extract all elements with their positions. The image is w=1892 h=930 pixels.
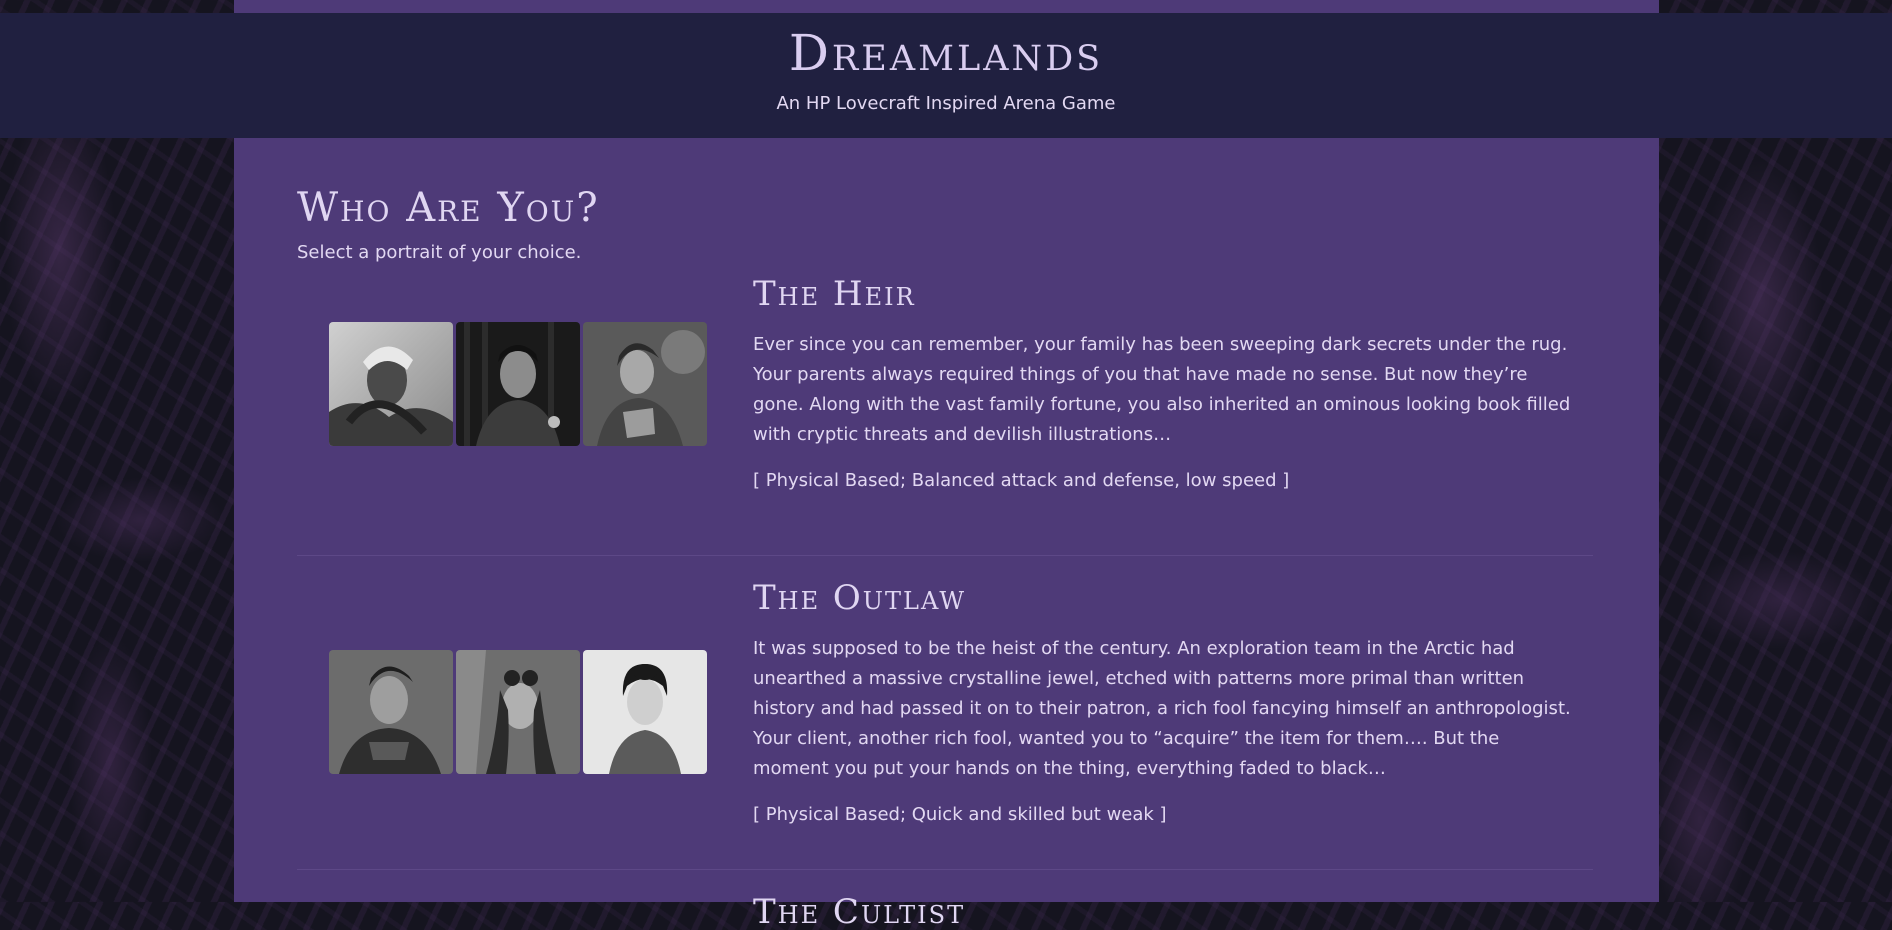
site-header: Dreamlands An HP Lovecraft Inspired Aren… bbox=[0, 13, 1892, 138]
portrait-heir-2[interactable] bbox=[456, 322, 580, 446]
character-info: The Cultist bbox=[753, 890, 1573, 930]
site-subtitle: An HP Lovecraft Inspired Arena Game bbox=[776, 93, 1116, 114]
character-name: The Heir bbox=[753, 274, 916, 314]
character-description: It was supposed to be the heist of the c… bbox=[753, 638, 1571, 779]
character-selection: Who Are You? Select a portrait of your c… bbox=[297, 180, 1593, 930]
portrait-heir-3[interactable] bbox=[583, 322, 707, 446]
character-name: The Cultist bbox=[753, 892, 966, 930]
portrait-outlaw-1[interactable] bbox=[329, 650, 453, 774]
character-name: The Outlaw bbox=[753, 578, 967, 618]
character-info: The Outlaw It was supposed to be the hei… bbox=[753, 576, 1573, 828]
character-stats: [ Physical Based; Balanced attack and de… bbox=[753, 470, 1290, 491]
portrait-outlaw-3[interactable] bbox=[583, 650, 707, 774]
portrait-outlaw-2[interactable] bbox=[456, 650, 580, 774]
portrait-group bbox=[329, 322, 707, 446]
site-title: Dreamlands bbox=[788, 24, 1104, 82]
character-info: The Heir Ever since you can remember, yo… bbox=[753, 272, 1573, 494]
portrait-heir-1[interactable] bbox=[329, 322, 453, 446]
character-stats: [ Physical Based; Quick and skilled but … bbox=[753, 804, 1167, 825]
character-card-heir: The Heir Ever since you can remember, yo… bbox=[297, 272, 1593, 556]
section-intro: Select a portrait of your choice. bbox=[297, 242, 582, 263]
section-title: Who Are You? bbox=[297, 185, 600, 231]
character-description: Ever since you can remember, your family… bbox=[753, 334, 1571, 445]
portrait-group bbox=[329, 650, 707, 774]
character-card-cultist: The Cultist bbox=[297, 870, 1593, 930]
character-card-outlaw: The Outlaw It was supposed to be the hei… bbox=[297, 556, 1593, 870]
